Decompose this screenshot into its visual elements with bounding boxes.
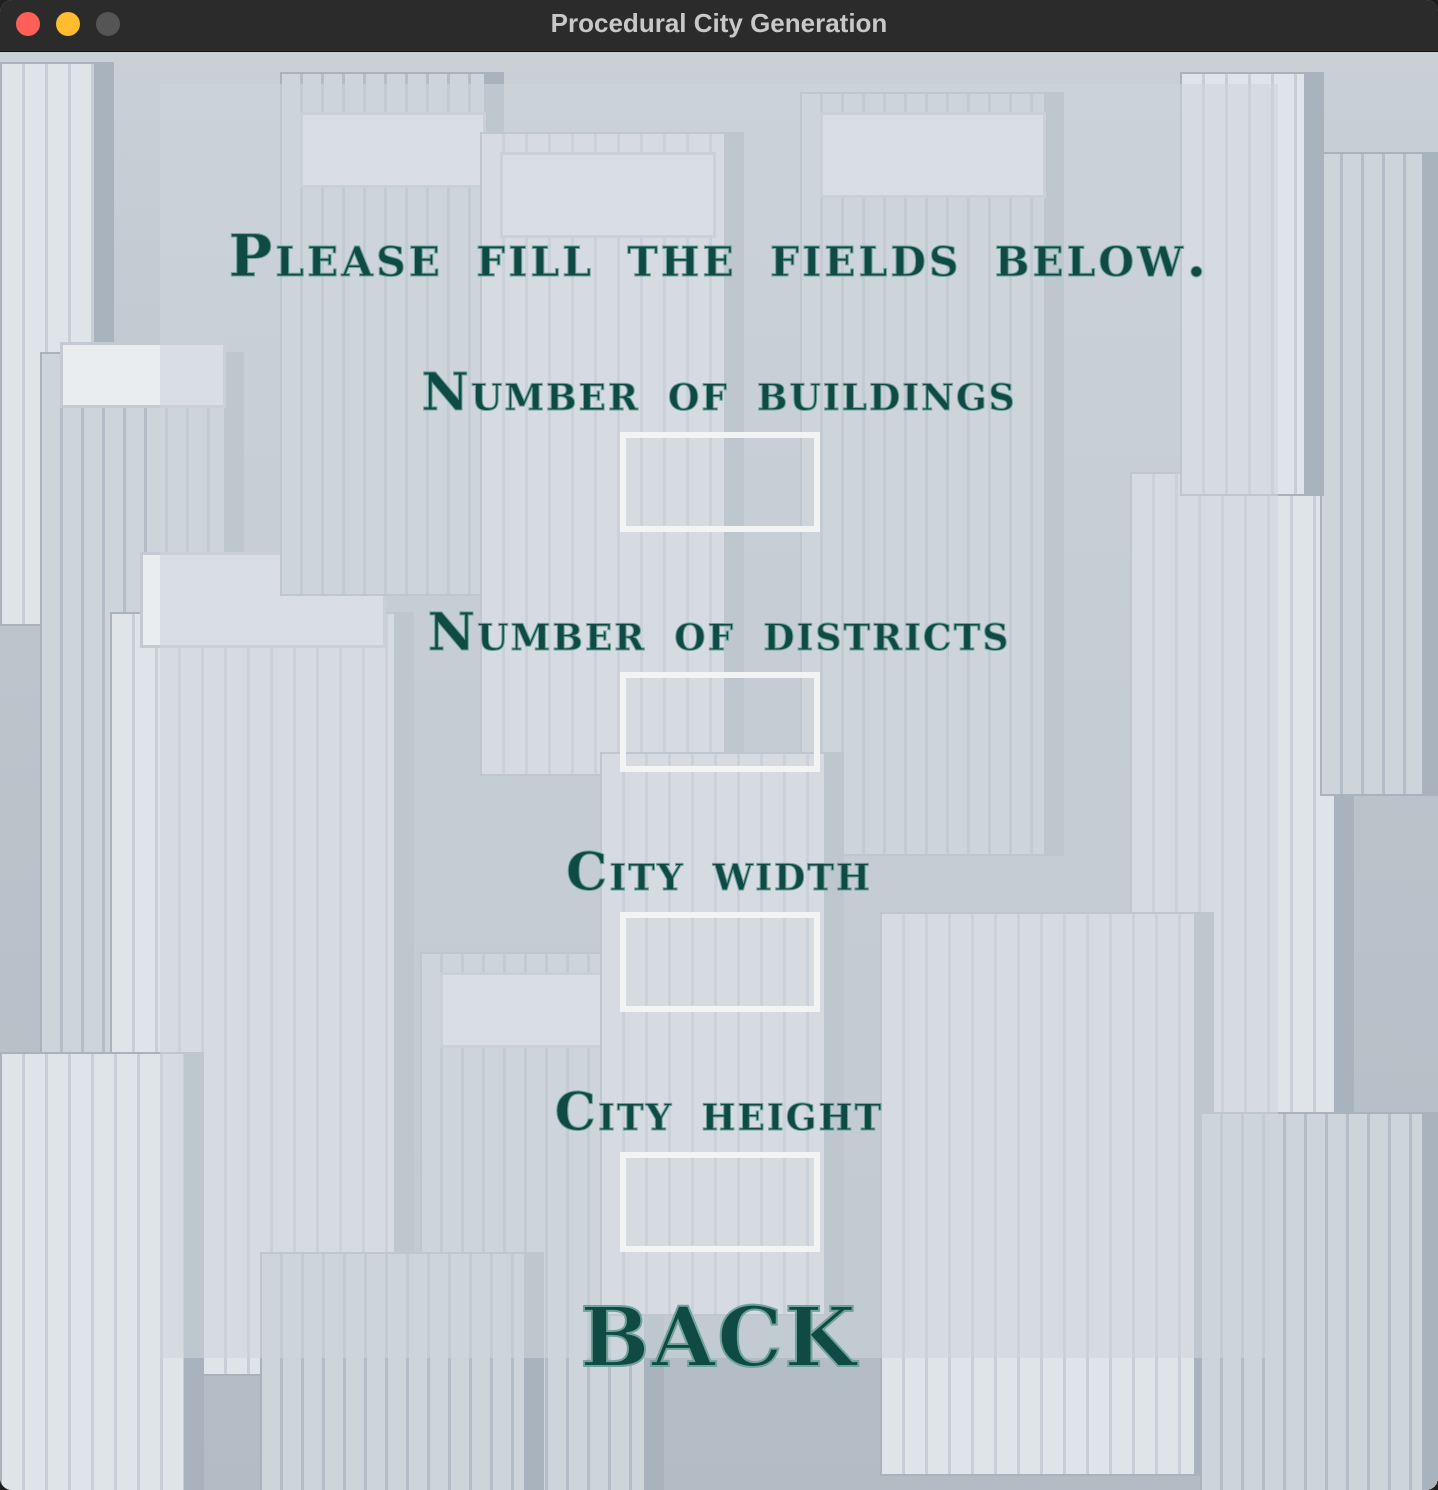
city-height-input[interactable] (620, 1152, 820, 1252)
city-height-label: City height (554, 1082, 884, 1144)
number-of-buildings-label: Number of buildings (421, 362, 1017, 424)
title-bar[interactable]: Procedural City Generation (0, 0, 1438, 52)
form-heading: Please fill the fields below. (228, 222, 1210, 291)
city-width-input[interactable] (620, 912, 820, 1012)
back-button[interactable]: BACK (560, 1289, 878, 1387)
city-width-label: City width (565, 842, 873, 904)
number-of-districts-input[interactable] (620, 672, 820, 772)
number-of-buildings-input[interactable] (620, 432, 820, 532)
window-title: Procedural City Generation (550, 8, 888, 38)
app-window: Procedural City Generation Please fill t… (0, 0, 1438, 1490)
number-of-districts-label: Number of districts (427, 602, 1011, 664)
